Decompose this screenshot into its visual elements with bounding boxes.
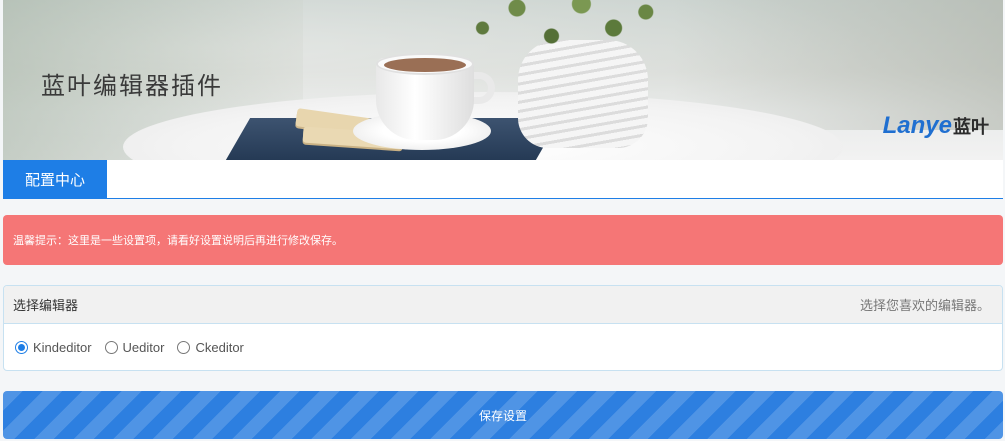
page-title: 蓝叶编辑器插件 xyxy=(41,72,223,100)
panel-hint: 选择您喜欢的编辑器。 xyxy=(859,299,990,314)
radio-button[interactable] xyxy=(104,340,118,354)
radio-label: Ueditor xyxy=(122,339,165,355)
tab-bar: 配置中心 xyxy=(3,160,1003,199)
tab-config-center[interactable]: 配置中心 xyxy=(3,160,107,199)
radio-label: Kindeditor xyxy=(33,339,92,355)
radio-button[interactable] xyxy=(177,340,191,354)
radio-button[interactable] xyxy=(15,340,28,354)
brand-logo: Lanye 蓝叶 xyxy=(883,112,989,140)
logo-cn-text: 蓝叶 xyxy=(953,117,989,138)
editor-options: Kindeditor Ueditor Ckeditor xyxy=(4,324,1002,370)
panel-title: 选择编辑器 xyxy=(13,299,79,314)
banner-plant-image xyxy=(448,0,678,60)
banner-coffee-image xyxy=(384,58,466,72)
save-settings-button[interactable]: 保存设置 xyxy=(3,391,1003,439)
alert-notice: 温馨提示：这里是一些设置项，请看好设置说明后再进行修改保存。 xyxy=(3,215,1003,265)
radio-option-kindeditor[interactable]: Kindeditor xyxy=(15,340,92,355)
logo-latin-text: Lanye xyxy=(882,112,952,139)
editor-select-panel: 选择编辑器 选择您喜欢的编辑器。 Kindeditor Ueditor Cked… xyxy=(3,285,1003,371)
panel-header: 选择编辑器 选择您喜欢的编辑器。 xyxy=(4,286,1002,324)
header-banner: 蓝叶编辑器插件 Lanye 蓝叶 xyxy=(3,0,1003,160)
radio-label: Ckeditor xyxy=(195,339,244,355)
radio-option-ckeditor[interactable]: Ckeditor xyxy=(177,339,244,355)
radio-option-ueditor[interactable]: Ueditor xyxy=(104,339,165,355)
